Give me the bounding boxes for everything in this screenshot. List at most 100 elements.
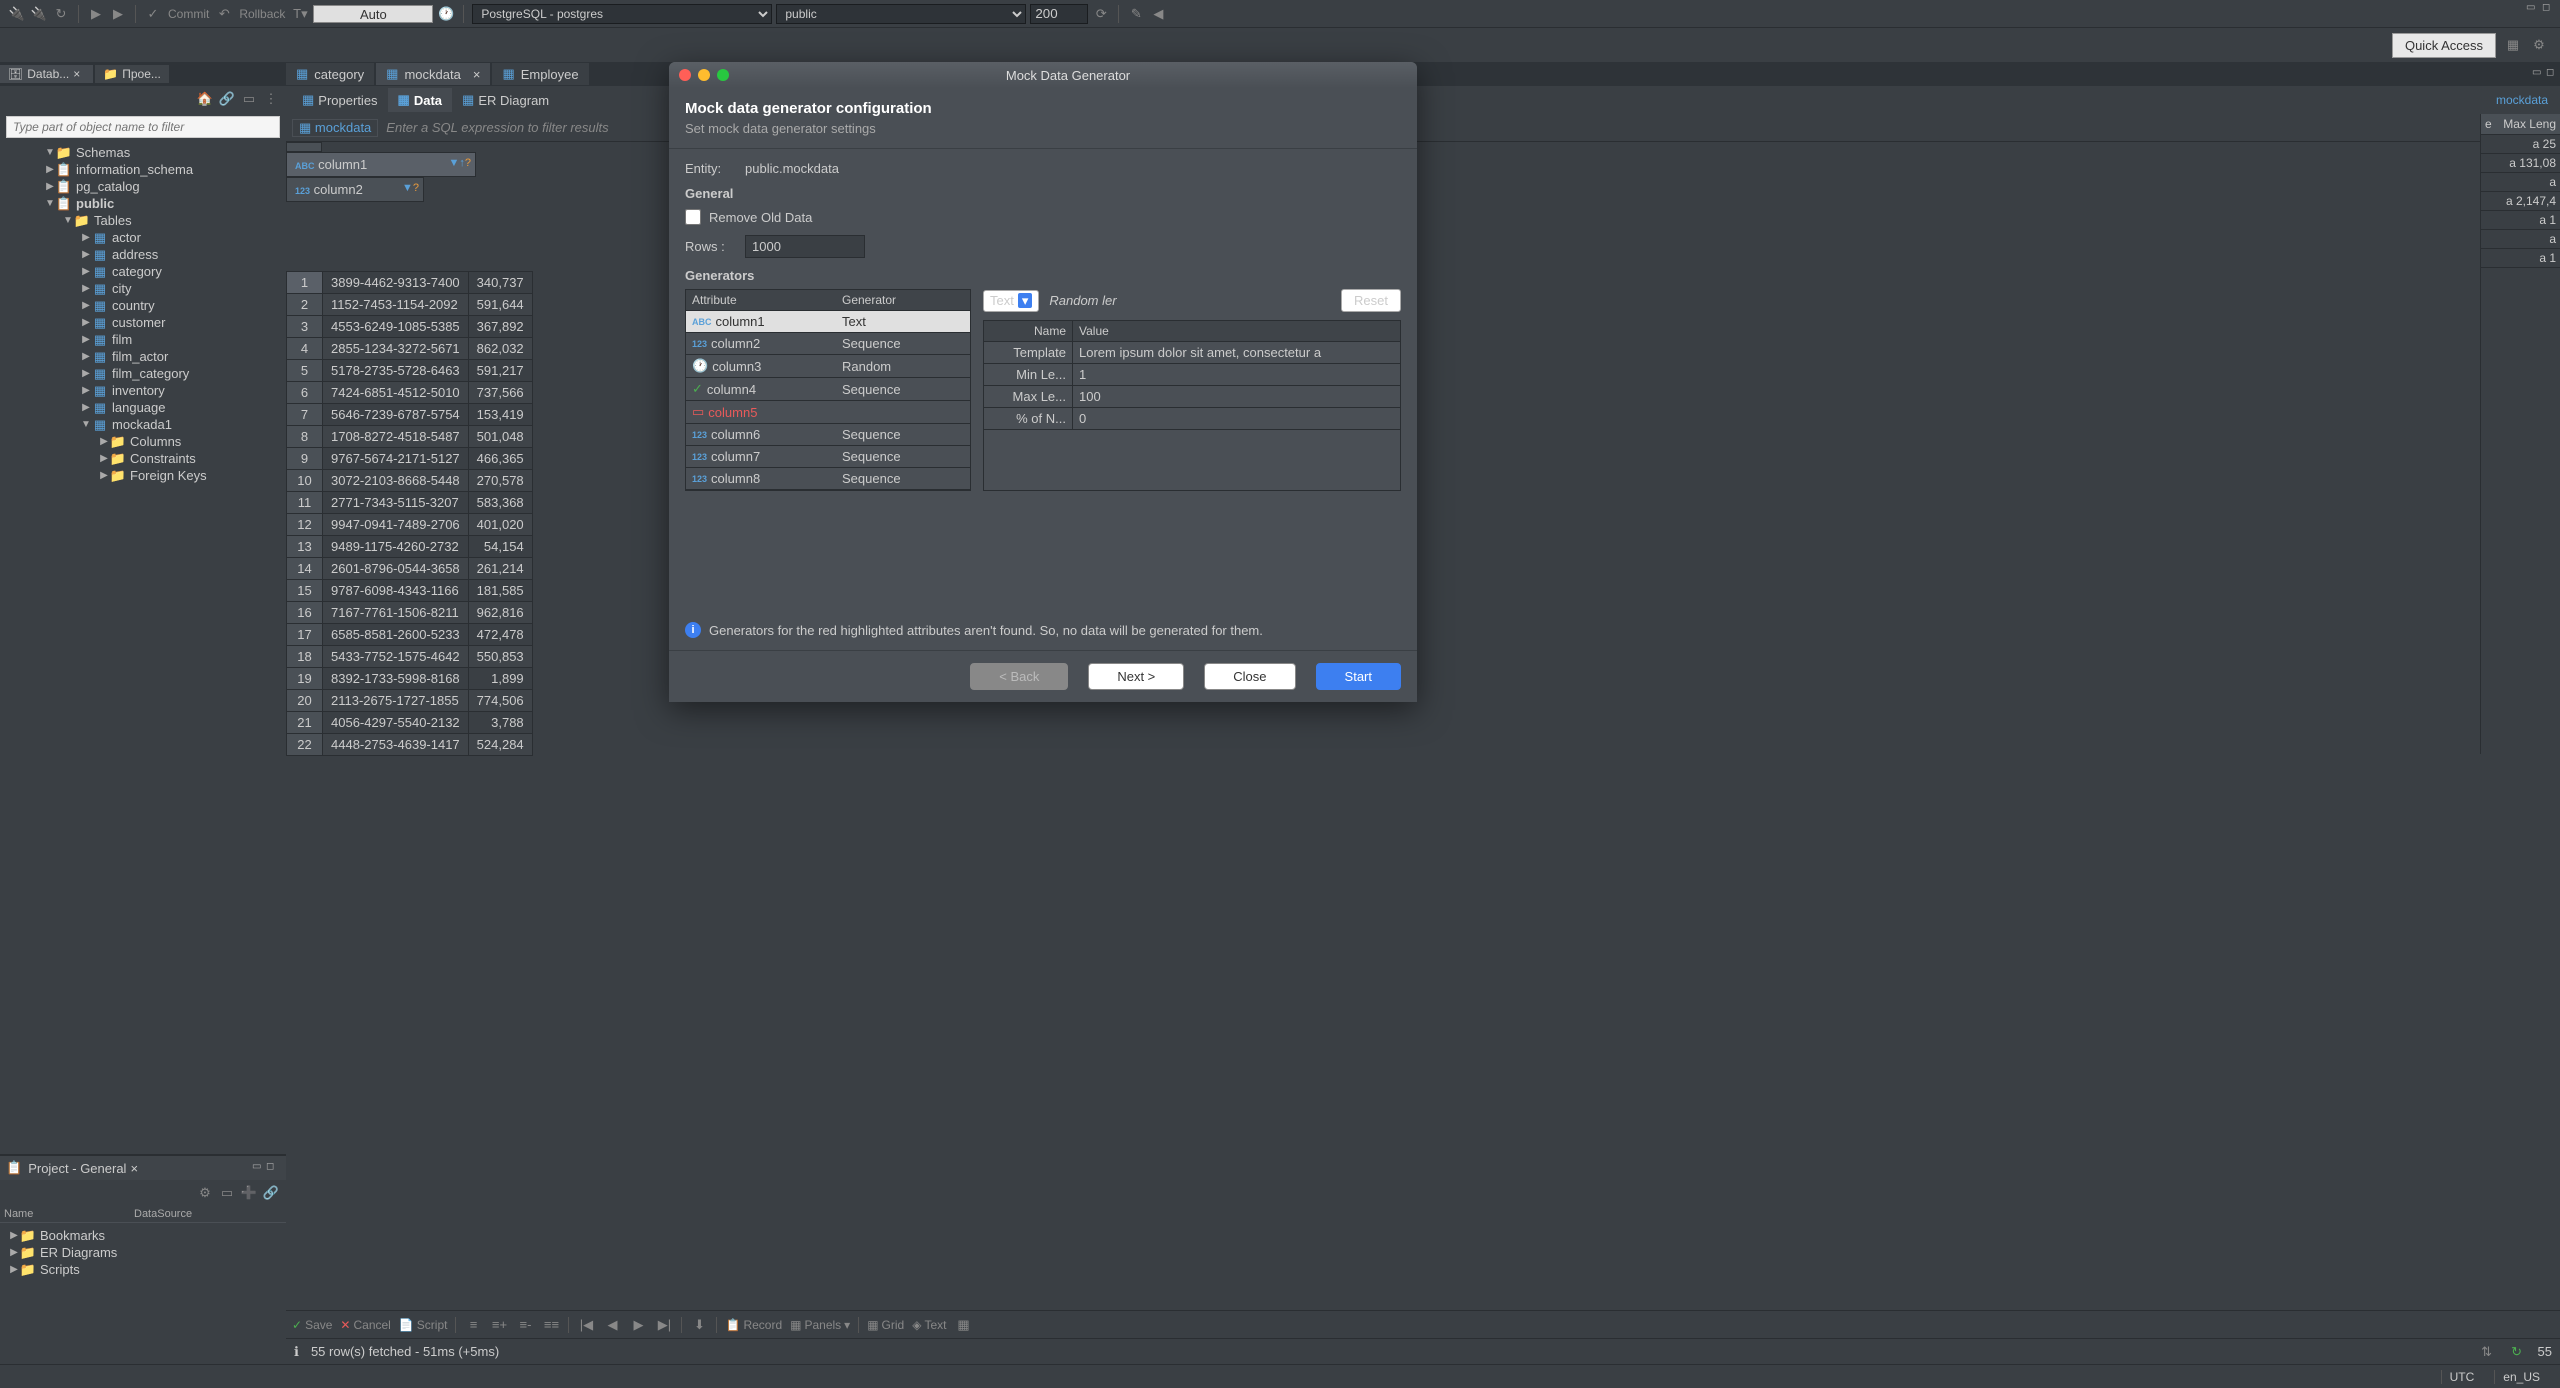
generator-row[interactable]: 123column7Sequence bbox=[686, 446, 970, 468]
tree-node[interactable]: ▶▦customer bbox=[0, 314, 286, 331]
maximize-icon[interactable]: ◻ bbox=[266, 1161, 280, 1175]
tree-node[interactable]: ▼📁Tables bbox=[0, 212, 286, 229]
remove-old-data-checkbox[interactable] bbox=[685, 209, 701, 225]
sql-new-icon[interactable]: ▶ bbox=[109, 5, 127, 23]
project-item[interactable]: ▶📁Bookmarks bbox=[4, 1227, 282, 1244]
fetch-icon[interactable]: ⟳ bbox=[1092, 5, 1110, 23]
perspective-icon[interactable]: ▦ bbox=[2504, 36, 2522, 54]
commit-icon[interactable]: ✓ bbox=[144, 5, 162, 23]
table-row[interactable]: 129947-0941-7489-2706401,020 bbox=[287, 513, 533, 535]
table-row[interactable]: 139489-1175-4260-273254,154 bbox=[287, 535, 533, 557]
subtab[interactable]: ▦Properties bbox=[292, 88, 388, 112]
schema-combo[interactable]: public bbox=[776, 4, 1026, 24]
subtab[interactable]: ▦ER Diagram bbox=[452, 88, 559, 112]
table-row[interactable]: 34553-6249-1085-5385367,892 bbox=[287, 315, 533, 337]
tree-node[interactable]: ▶📁Foreign Keys bbox=[0, 467, 286, 484]
nav-back-icon[interactable]: ◀ bbox=[1149, 5, 1167, 23]
tree-node[interactable]: ▶▦inventory bbox=[0, 382, 286, 399]
table-row[interactable]: 198392-1733-5998-81681,899 bbox=[287, 667, 533, 689]
tree-node[interactable]: ▶▦film bbox=[0, 331, 286, 348]
table-row[interactable]: 55178-2735-5728-6463591,217 bbox=[287, 359, 533, 381]
table-row[interactable]: 159787-6098-4343-1166181,585 bbox=[287, 579, 533, 601]
table-row[interactable]: 81708-8272-4518-5487501,048 bbox=[287, 425, 533, 447]
duplicate-row-icon[interactable]: ≡≡ bbox=[542, 1316, 560, 1334]
table-row[interactable]: 167167-7761-1506-8211962,816 bbox=[287, 601, 533, 623]
tree-node[interactable]: ▶▦address bbox=[0, 246, 286, 263]
first-icon[interactable]: |◀ bbox=[577, 1316, 595, 1334]
table-row[interactable]: 21152-7453-1154-2092591,644 bbox=[287, 293, 533, 315]
sql-icon[interactable]: ▶ bbox=[87, 5, 105, 23]
generator-row[interactable]: 123column8Sequence bbox=[686, 468, 970, 490]
tree-filter-input[interactable] bbox=[6, 116, 280, 138]
sync-icon[interactable]: ⇅ bbox=[2478, 1343, 2496, 1361]
table-row[interactable]: 103072-2103-8668-5448270,578 bbox=[287, 469, 533, 491]
property-row[interactable]: Min Le...1 bbox=[984, 364, 1400, 386]
close-tab-icon[interactable]: × bbox=[73, 67, 85, 81]
close-window-icon[interactable] bbox=[679, 69, 691, 81]
refresh-icon[interactable]: ↻ bbox=[52, 5, 70, 23]
maximize-icon[interactable]: ◻ bbox=[2546, 67, 2560, 81]
table-row[interactable]: 214056-4297-5540-21323,788 bbox=[287, 711, 533, 733]
subtab[interactable]: ▦Data bbox=[388, 88, 452, 112]
refresh-icon[interactable]: ↻ bbox=[2508, 1343, 2526, 1361]
menu-icon[interactable]: ⋮ bbox=[262, 90, 280, 108]
filter-icon[interactable]: ▼? bbox=[402, 182, 419, 194]
export-icon[interactable]: ⬇ bbox=[690, 1316, 708, 1334]
table-row[interactable]: 13899-4462-9313-7400340,737 bbox=[287, 271, 533, 293]
generator-row[interactable]: 123column6Sequence bbox=[686, 424, 970, 446]
last-icon[interactable]: ▶| bbox=[655, 1316, 673, 1334]
table-row[interactable]: 185433-7752-1575-4642550,853 bbox=[287, 645, 533, 667]
property-row[interactable]: Max Le...100 bbox=[984, 386, 1400, 408]
script-button[interactable]: 📄Script bbox=[399, 1318, 448, 1332]
gear-icon[interactable]: ⚙ bbox=[196, 1184, 214, 1202]
tree-node[interactable]: ▶▦category bbox=[0, 263, 286, 280]
tree-node[interactable]: ▶▦actor bbox=[0, 229, 286, 246]
column-header-2[interactable]: 123 column2 ▼? bbox=[286, 177, 424, 202]
grid-view-button[interactable]: ▦Grid bbox=[867, 1318, 904, 1332]
table-row[interactable]: 176585-8581-2600-5233472,478 bbox=[287, 623, 533, 645]
maximize-icon[interactable]: ◻ bbox=[2542, 2, 2556, 16]
table-row[interactable]: 202113-2675-1727-1855774,506 bbox=[287, 689, 533, 711]
table-row[interactable]: 142601-8796-0544-3658261,214 bbox=[287, 557, 533, 579]
tree-node[interactable]: ▼▦mockada1 bbox=[0, 416, 286, 433]
filter-icon[interactable]: ▼↑? bbox=[448, 157, 471, 169]
editor-tab[interactable]: ▦Employee bbox=[492, 63, 588, 85]
auto-commit-toggle[interactable]: Auto bbox=[313, 5, 433, 23]
minimize-icon[interactable]: ▭ bbox=[2532, 67, 2546, 81]
quick-access-button[interactable]: Quick Access bbox=[2392, 33, 2496, 58]
tree-node[interactable]: ▶📋information_schema bbox=[0, 161, 286, 178]
tree-node-schemas[interactable]: ▼ 📁 Schemas bbox=[0, 144, 286, 161]
add-icon[interactable]: ➕ bbox=[240, 1184, 258, 1202]
view-settings-icon[interactable]: ▦ bbox=[954, 1316, 972, 1334]
connect-icon[interactable]: 🔌 bbox=[8, 5, 26, 23]
generator-row[interactable]: ▭column5 bbox=[686, 401, 970, 424]
tx-mode-icon[interactable]: T▾ bbox=[291, 5, 309, 23]
clock-icon[interactable]: 🕐 bbox=[437, 5, 455, 23]
close-project-icon[interactable]: × bbox=[130, 1161, 138, 1176]
data-grid[interactable]: ABC column1 ▼↑? 123 column2 ▼? 13899-446… bbox=[286, 142, 533, 1310]
table-row[interactable]: 112771-7343-5115-3207583,368 bbox=[287, 491, 533, 513]
settings-icon[interactable]: ⚙ bbox=[2530, 36, 2548, 54]
generator-row[interactable]: 123column2Sequence bbox=[686, 333, 970, 355]
add-row-icon[interactable]: ≡+ bbox=[490, 1316, 508, 1334]
breadcrumb-mockdata[interactable]: mockdata bbox=[2490, 93, 2554, 107]
delete-row-icon[interactable]: ≡- bbox=[516, 1316, 534, 1334]
tree-node[interactable]: ▶▦language bbox=[0, 399, 286, 416]
tree-node[interactable]: ▶📋pg_catalog bbox=[0, 178, 286, 195]
text-view-button[interactable]: ◈Text bbox=[912, 1318, 946, 1332]
generator-type-select[interactable]: Text▾ bbox=[983, 290, 1039, 312]
generator-row[interactable]: ABCcolumn1Text bbox=[686, 311, 970, 333]
tree-node[interactable]: ▼📋public bbox=[0, 195, 286, 212]
projects-tab[interactable]: 📁 Прое... bbox=[95, 65, 169, 83]
next-button[interactable]: Next > bbox=[1088, 663, 1184, 690]
generators-table[interactable]: Attribute Generator ABCcolumn1Text123col… bbox=[685, 289, 971, 491]
locale-cell[interactable]: en_US bbox=[2494, 1370, 2548, 1384]
save-button[interactable]: ✓Save bbox=[292, 1318, 332, 1332]
column-header-1[interactable]: ABC column1 ▼↑? bbox=[286, 152, 476, 177]
generator-row[interactable]: ✓column4Sequence bbox=[686, 378, 970, 401]
zoom-window-icon[interactable] bbox=[717, 69, 729, 81]
project-item[interactable]: ▶📁ER Diagrams bbox=[4, 1244, 282, 1261]
tree-node[interactable]: ▶▦film_category bbox=[0, 365, 286, 382]
cancel-button[interactable]: ✕Cancel bbox=[340, 1318, 390, 1332]
rows-limit-input[interactable] bbox=[1030, 4, 1088, 24]
